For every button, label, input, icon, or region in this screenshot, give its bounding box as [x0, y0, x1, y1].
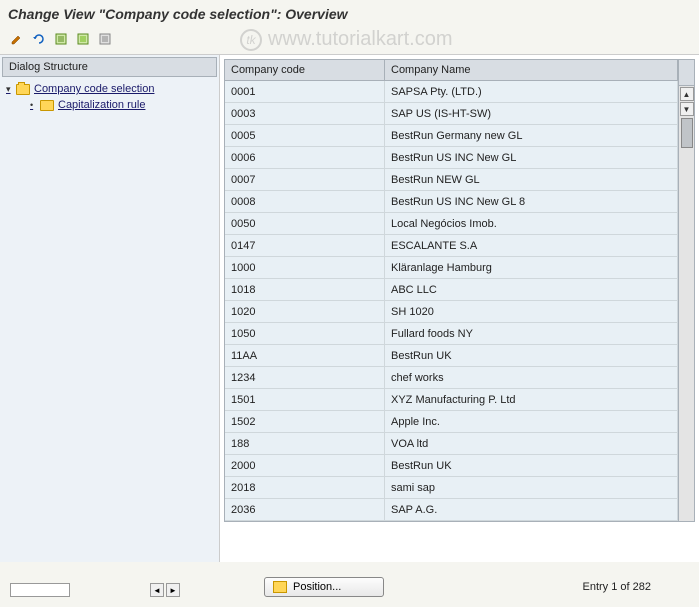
- scroll-down-step-icon[interactable]: ▼: [680, 102, 694, 116]
- cell-code[interactable]: 0003: [225, 103, 385, 124]
- footer: Position... Entry 1 of 282: [0, 577, 699, 597]
- tree-node-capitalization[interactable]: • Capitalization rule: [2, 97, 217, 113]
- folder-icon: [40, 100, 54, 111]
- cell-code[interactable]: 1234: [225, 367, 385, 388]
- tree-collapse-icon[interactable]: ▾: [6, 84, 16, 95]
- cell-name[interactable]: sami sap: [385, 477, 678, 498]
- th-company-code[interactable]: Company code: [225, 60, 385, 80]
- cell-name[interactable]: ESCALANTE S.A: [385, 235, 678, 256]
- cell-code[interactable]: 1501: [225, 389, 385, 410]
- company-table: Company code Company Name 0001SAPSA Pty.…: [224, 59, 695, 522]
- cell-code[interactable]: 2000: [225, 455, 385, 476]
- dialog-structure-header: Dialog Structure: [2, 57, 217, 77]
- cell-name[interactable]: BestRun UK: [385, 455, 678, 476]
- cell-code[interactable]: 0006: [225, 147, 385, 168]
- cell-name[interactable]: SAPSA Pty. (LTD.): [385, 81, 678, 102]
- scroll-up-icon[interactable]: ▲: [680, 87, 694, 101]
- toolbar: [0, 26, 699, 55]
- tree: ▾ Company code selection • Capitalizatio…: [0, 79, 219, 562]
- table-body: 0001SAPSA Pty. (LTD.)0003SAP US (IS-HT-S…: [225, 81, 678, 521]
- entry-counter: Entry 1 of 282: [583, 581, 682, 593]
- select-all-icon[interactable]: [52, 30, 70, 48]
- scroll-thumb[interactable]: [681, 118, 693, 148]
- th-company-name[interactable]: Company Name: [385, 60, 678, 80]
- position-button[interactable]: Position...: [264, 577, 384, 597]
- table-row[interactable]: 0006BestRun US INC New GL: [225, 147, 678, 169]
- tree-label: Company code selection: [34, 83, 154, 95]
- cell-name[interactable]: Apple Inc.: [385, 411, 678, 432]
- undo-icon[interactable]: [30, 30, 48, 48]
- deselect-all-icon[interactable]: [96, 30, 114, 48]
- cell-name[interactable]: Fullard foods NY: [385, 323, 678, 344]
- cell-name[interactable]: SAP US (IS-HT-SW): [385, 103, 678, 124]
- table-row[interactable]: 0003SAP US (IS-HT-SW): [225, 103, 678, 125]
- table-row[interactable]: 1502Apple Inc.: [225, 411, 678, 433]
- table-row[interactable]: 1501XYZ Manufacturing P. Ltd: [225, 389, 678, 411]
- cell-code[interactable]: 11AA: [225, 345, 385, 366]
- cell-code[interactable]: 1502: [225, 411, 385, 432]
- table-row[interactable]: 1050Fullard foods NY: [225, 323, 678, 345]
- cell-name[interactable]: VOA ltd: [385, 433, 678, 454]
- table-row[interactable]: 11AABestRun UK: [225, 345, 678, 367]
- cell-code[interactable]: 1000: [225, 257, 385, 278]
- tree-label: Capitalization rule: [58, 99, 145, 111]
- table-row[interactable]: 0050Local Negócios Imob.: [225, 213, 678, 235]
- table-row[interactable]: 1020SH 1020: [225, 301, 678, 323]
- table-row[interactable]: 188VOA ltd: [225, 433, 678, 455]
- table-header: Company code Company Name: [225, 60, 678, 81]
- cell-code[interactable]: 0005: [225, 125, 385, 146]
- cell-code[interactable]: 2036: [225, 499, 385, 520]
- cell-code[interactable]: 0008: [225, 191, 385, 212]
- cell-name[interactable]: BestRun NEW GL: [385, 169, 678, 190]
- cell-name[interactable]: SH 1020: [385, 301, 678, 322]
- cell-code[interactable]: 188: [225, 433, 385, 454]
- table-row[interactable]: 0147ESCALANTE S.A: [225, 235, 678, 257]
- cell-code[interactable]: 1020: [225, 301, 385, 322]
- cell-name[interactable]: BestRun US INC New GL: [385, 147, 678, 168]
- cell-name[interactable]: XYZ Manufacturing P. Ltd: [385, 389, 678, 410]
- table-row[interactable]: 0001SAPSA Pty. (LTD.): [225, 81, 678, 103]
- tree-bullet-icon: •: [30, 100, 40, 110]
- cell-name[interactable]: ABC LLC: [385, 279, 678, 300]
- cell-name[interactable]: BestRun Germany new GL: [385, 125, 678, 146]
- table-row[interactable]: 2036SAP A.G.: [225, 499, 678, 521]
- vertical-scrollbar[interactable]: ▲ ▼: [678, 60, 694, 521]
- cell-code[interactable]: 1018: [225, 279, 385, 300]
- cell-code[interactable]: 0001: [225, 81, 385, 102]
- table-row[interactable]: 1018ABC LLC: [225, 279, 678, 301]
- table-row[interactable]: 1234chef works: [225, 367, 678, 389]
- folder-open-icon: [16, 84, 30, 95]
- right-pane: Company code Company Name 0001SAPSA Pty.…: [220, 55, 699, 562]
- cell-name[interactable]: chef works: [385, 367, 678, 388]
- cell-name[interactable]: BestRun UK: [385, 345, 678, 366]
- cell-code[interactable]: 0007: [225, 169, 385, 190]
- cell-code[interactable]: 0147: [225, 235, 385, 256]
- cell-code[interactable]: 1050: [225, 323, 385, 344]
- table-row[interactable]: 1000Kläranlage Hamburg: [225, 257, 678, 279]
- left-pane: Dialog Structure ▾ Company code selectio…: [0, 55, 220, 562]
- cell-code[interactable]: 0050: [225, 213, 385, 234]
- select-block-icon[interactable]: [74, 30, 92, 48]
- table-row[interactable]: 0007BestRun NEW GL: [225, 169, 678, 191]
- toggle-display-icon[interactable]: [8, 30, 26, 48]
- cell-name[interactable]: Kläranlage Hamburg: [385, 257, 678, 278]
- table-row[interactable]: 0005BestRun Germany new GL: [225, 125, 678, 147]
- cell-name[interactable]: Local Negócios Imob.: [385, 213, 678, 234]
- content-area: Dialog Structure ▾ Company code selectio…: [0, 55, 699, 562]
- table-row[interactable]: 0008BestRun US INC New GL 8: [225, 191, 678, 213]
- cell-name[interactable]: BestRun US INC New GL 8: [385, 191, 678, 212]
- tree-node-company-code[interactable]: ▾ Company code selection: [2, 81, 217, 97]
- table-row[interactable]: 2018sami sap: [225, 477, 678, 499]
- table-row[interactable]: 2000BestRun UK: [225, 455, 678, 477]
- cell-code[interactable]: 2018: [225, 477, 385, 498]
- position-icon: [273, 581, 287, 593]
- position-label: Position...: [293, 581, 341, 593]
- page-title: Change View "Company code selection": Ov…: [0, 0, 699, 26]
- cell-name[interactable]: SAP A.G.: [385, 499, 678, 520]
